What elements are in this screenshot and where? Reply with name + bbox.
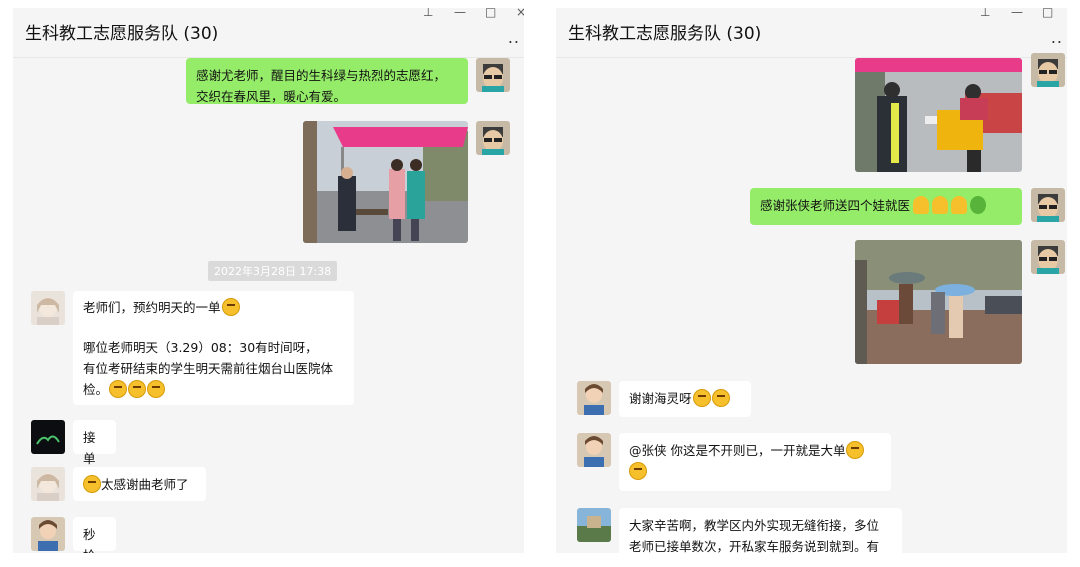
message-text: 感谢尤老师，醒目的生科绿与热烈的志愿红， [196,68,447,83]
message-bubble-other: 秒抢 [73,517,116,553]
message-bubble-other: 接单 [73,420,116,466]
avatar-other[interactable] [577,508,611,542]
laugh-cry-emoji-icon [846,441,865,459]
message-text: 大家辛苦啊，教学区内外实现无缝衔接，多位 [629,518,880,533]
avatar-other[interactable] [577,381,611,415]
message-bubble-other: 老师们，预约明天的一单 哪位老师明天（3.29）08：30有时间呀， 有位考研结… [73,291,354,405]
grin-emoji-icon [221,298,240,316]
message-text: 谢谢海灵呀 [629,391,692,406]
pin-icon[interactable]: ⊥ [423,8,433,19]
photo-message[interactable] [303,121,468,243]
avatar-self[interactable] [1031,53,1065,87]
avatar-self[interactable] [476,58,510,92]
message-text: @张侠 你这是不开则已，一开就是大单 [629,443,846,458]
chat-title: 生科教工志愿服务队 (30) [25,24,219,44]
pray-emoji-icon [913,196,930,214]
smile-emoji-icon [109,380,128,398]
message-text: 交织在春风里，暖心有爱。 [196,89,347,104]
message-text: 秒抢 [83,527,96,553]
chat-header: 生科教工志愿服务队 (30) ⊥ — □ × .. [13,8,524,58]
avatar-self[interactable] [476,121,510,155]
avatar-self[interactable] [1031,188,1065,222]
more-options-icon[interactable]: .. [1051,28,1063,47]
message-text: 哪位老师明天（3.29）08：30有时间呀， [83,340,318,355]
message-text: 有位考研结束的学生明天需前往烟台山医院体 [83,361,334,376]
message-bubble-other: 太感谢曲老师了 [73,467,206,501]
laugh-cry-emoji-icon [629,462,647,480]
message-bubble-self: 感谢尤老师，醒目的生科绿与热烈的志愿红， 交织在春风里，暖心有爱。 [186,58,468,104]
message-bubble-self: 感谢张侠老师送四个娃就医 [750,188,1022,225]
minimize-icon[interactable]: — [454,8,466,19]
avatar-other[interactable] [31,291,65,325]
message-text: 太感谢曲老师了 [101,477,189,492]
photo-message[interactable] [855,58,1022,172]
pray-emoji-icon [951,196,968,214]
smile-emoji-icon [128,380,147,398]
avatar-self[interactable] [1031,240,1065,274]
maximize-icon[interactable]: □ [485,8,496,19]
smile-emoji-icon [711,389,730,407]
smile-emoji-icon [692,389,711,407]
photo-message[interactable] [855,240,1022,364]
minimize-icon[interactable]: — [1011,8,1023,19]
smile-emoji-icon [147,380,166,398]
avatar-other[interactable] [31,517,65,551]
pin-icon[interactable]: ⊥ [980,8,990,19]
message-bubble-other: 谢谢海灵呀 [619,381,751,417]
message-text: 老师已接单数次，开私家车服务说到就到。有 [629,539,880,553]
maximize-icon[interactable]: □ [1042,8,1053,19]
sprout-emoji-icon [970,196,987,214]
chat-title: 生科教工志愿服务队 (30) [568,24,762,44]
chat-header: 生科教工志愿服务队 (30) ⊥ — □ .. [556,8,1067,58]
message-text: 检。 [83,382,109,397]
message-text: 感谢张侠老师送四个娃就医 [760,198,911,213]
message-bubble-other: 大家辛苦啊，教学区内外实现无缝衔接，多位 老师已接单数次，开私家车服务说到就到。… [619,508,902,553]
message-text: 老师们，预约明天的一单 [83,300,221,315]
chat-window-left: 生科教工志愿服务队 (30) ⊥ — □ × .. 感谢尤老师，醒目的生科绿与热… [13,8,524,553]
avatar-other[interactable] [31,467,65,501]
pray-emoji-icon [932,196,949,214]
avatar-other[interactable] [577,433,611,467]
message-text: 接单 [83,430,96,466]
chat-window-right: 生科教工志愿服务队 (30) ⊥ — □ .. 感谢张侠老师送四个娃就医 谢谢海… [556,8,1067,553]
smile-emoji-icon [83,475,101,493]
avatar-other[interactable] [31,420,65,454]
close-icon[interactable]: × [516,8,524,19]
more-options-icon[interactable]: .. [508,28,520,47]
message-bubble-other: @张侠 你这是不开则已，一开就是大单 [619,433,891,491]
timestamp: 2022年3月28日 17:38 [208,261,338,281]
